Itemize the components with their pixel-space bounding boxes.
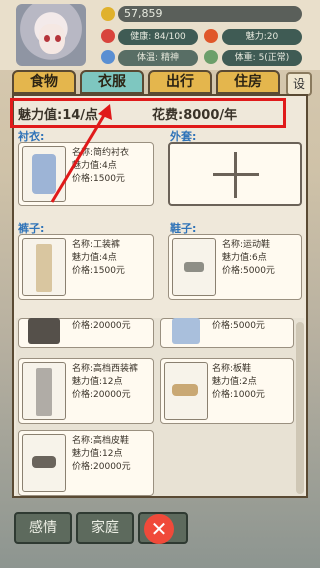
family-button[interactable]: 家庭 [76, 512, 134, 544]
list-item-price: 价格:1000元 [212, 390, 265, 400]
heart-icon [101, 29, 115, 43]
list-item-charm: 魅力值:12点 [72, 449, 123, 459]
money-display: 57,859 [118, 6, 302, 22]
shoes-charm: 魅力值:6点 [222, 253, 267, 263]
settings-button[interactable]: 设 [286, 72, 312, 96]
pants-icon [36, 244, 52, 292]
shoes-name: 名称:运动鞋 [222, 240, 271, 250]
jacket-icon [28, 318, 60, 344]
list-item-price: 价格:20000元 [72, 390, 131, 400]
scale-icon [204, 50, 218, 64]
list-item-name: 名称:高档皮鞋 [72, 436, 130, 446]
thermometer-icon [101, 50, 115, 64]
coin-icon [101, 7, 115, 21]
leather-shoes-icon [32, 456, 56, 468]
temperature-stat: 体温: 精神 [118, 50, 198, 66]
suit-pants-icon [36, 368, 52, 416]
health-stat: 健康: 84/100 [118, 29, 198, 45]
shoes-price: 价格:5000元 [222, 266, 275, 276]
tab-travel[interactable]: 出行 [148, 70, 212, 94]
weight-stat: 体重: 5(正常) [222, 50, 302, 66]
red-arrow [50, 104, 112, 203]
list-item-name: 名称:高档西装裤 [72, 364, 139, 374]
tab-food[interactable]: 食物 [12, 70, 76, 94]
tab-clothes[interactable]: 衣服 [80, 70, 144, 94]
charm-stat: 魅力:20 [222, 29, 302, 45]
plus-icon [234, 152, 237, 198]
sneakers-icon [172, 384, 198, 396]
shoes-icon [184, 262, 204, 272]
avatar-eye [55, 35, 61, 42]
pants-name: 名称:工装裤 [72, 240, 121, 250]
scrollbar[interactable] [296, 322, 304, 494]
pants-price: 价格:1500元 [72, 266, 125, 276]
close-button[interactable]: ✕ [144, 514, 174, 544]
avatar-eye [44, 35, 50, 42]
pants-charm: 魅力值:4点 [72, 253, 117, 263]
list-item-price: 价格:5000元 [212, 321, 265, 331]
avatar-face [39, 24, 65, 54]
list-item-price: 价格:20000元 [72, 462, 131, 472]
list-item-price: 价格:20000元 [72, 321, 131, 331]
list-item-charm: 魅力值:12点 [72, 377, 123, 387]
jeans-icon [172, 318, 200, 344]
list-item-name: 名称:板鞋 [212, 364, 252, 374]
list-item-charm: 魅力值:2点 [212, 377, 257, 387]
emotion-button[interactable]: 感情 [14, 512, 72, 544]
fire-icon [204, 29, 218, 43]
tab-housing[interactable]: 住房 [216, 70, 280, 94]
